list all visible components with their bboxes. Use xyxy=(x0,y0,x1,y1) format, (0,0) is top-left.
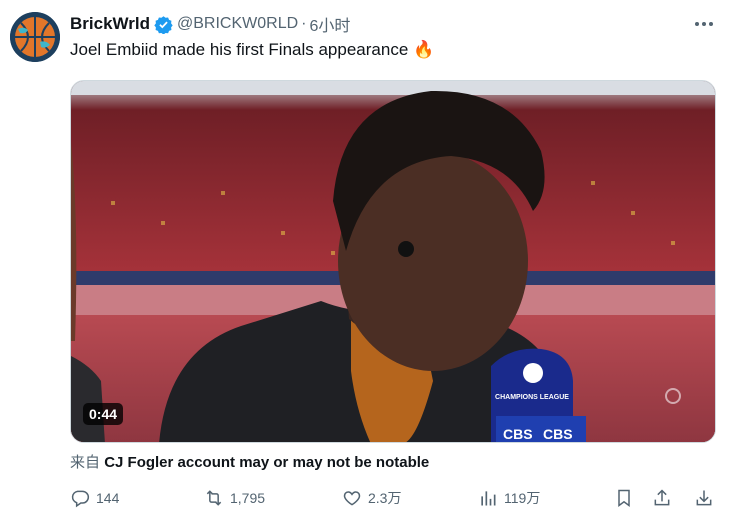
tweet-text: Joel Embiid made his first Finals appear… xyxy=(70,40,434,60)
source-prefix: 来自 xyxy=(70,454,101,471)
tweet-time[interactable]: 6小时 xyxy=(309,12,350,36)
basketball-globe-icon xyxy=(10,12,60,62)
tweet-actions: 144 1,795 2.3万 119万 xyxy=(64,484,724,512)
video-player[interactable]: CHAMPIONS LEAGUE CBS CBS 0:44 xyxy=(70,80,716,443)
like-button[interactable]: 2.3万 xyxy=(342,484,401,512)
mic-network-text: CBS xyxy=(503,426,533,442)
download-button[interactable] xyxy=(694,484,720,512)
video-duration: 0:44 xyxy=(83,403,124,425)
more-options-icon[interactable] xyxy=(692,14,716,34)
bookmark-button[interactable] xyxy=(614,484,640,512)
reply-icon xyxy=(71,490,90,508)
like-count: 2.3万 xyxy=(368,490,402,506)
author-name[interactable]: BrickWrld xyxy=(70,14,150,34)
fire-emoji: 🔥 xyxy=(413,40,435,59)
video-thumbnail: CHAMPIONS LEAGUE CBS CBS xyxy=(71,81,715,442)
source-account-link[interactable]: CJ Fogler account may or may not be nota… xyxy=(104,454,429,471)
verified-badge-icon xyxy=(154,15,173,34)
repost-button[interactable]: 1,795 xyxy=(204,484,265,512)
mic-network-text-2: CBS xyxy=(543,426,573,442)
avatar[interactable] xyxy=(10,12,60,62)
heart-icon xyxy=(343,491,361,506)
share-button[interactable] xyxy=(652,484,678,512)
views-button[interactable]: 119万 xyxy=(478,484,540,512)
bookmark-icon xyxy=(618,489,630,507)
mic-brand-text: CHAMPIONS LEAGUE xyxy=(495,394,569,401)
source-attribution: 来自 CJ Fogler account may or may not be n… xyxy=(70,451,429,472)
repost-icon xyxy=(206,490,222,506)
author-handle[interactable]: @BRICKW0RLD xyxy=(177,15,298,33)
views-count: 119万 xyxy=(504,490,541,506)
views-icon xyxy=(481,491,496,506)
repost-count: 1,795 xyxy=(230,490,266,506)
reply-button[interactable]: 144 xyxy=(70,484,119,512)
tweet-body: Joel Embiid made his first Finals appear… xyxy=(70,40,409,59)
share-icon xyxy=(654,489,670,506)
download-icon xyxy=(696,490,712,506)
reply-count: 144 xyxy=(96,490,120,506)
tweet-header: BrickWrld @BRICKW0RLD · 6小时 xyxy=(70,12,350,36)
separator-dot: · xyxy=(301,15,307,32)
